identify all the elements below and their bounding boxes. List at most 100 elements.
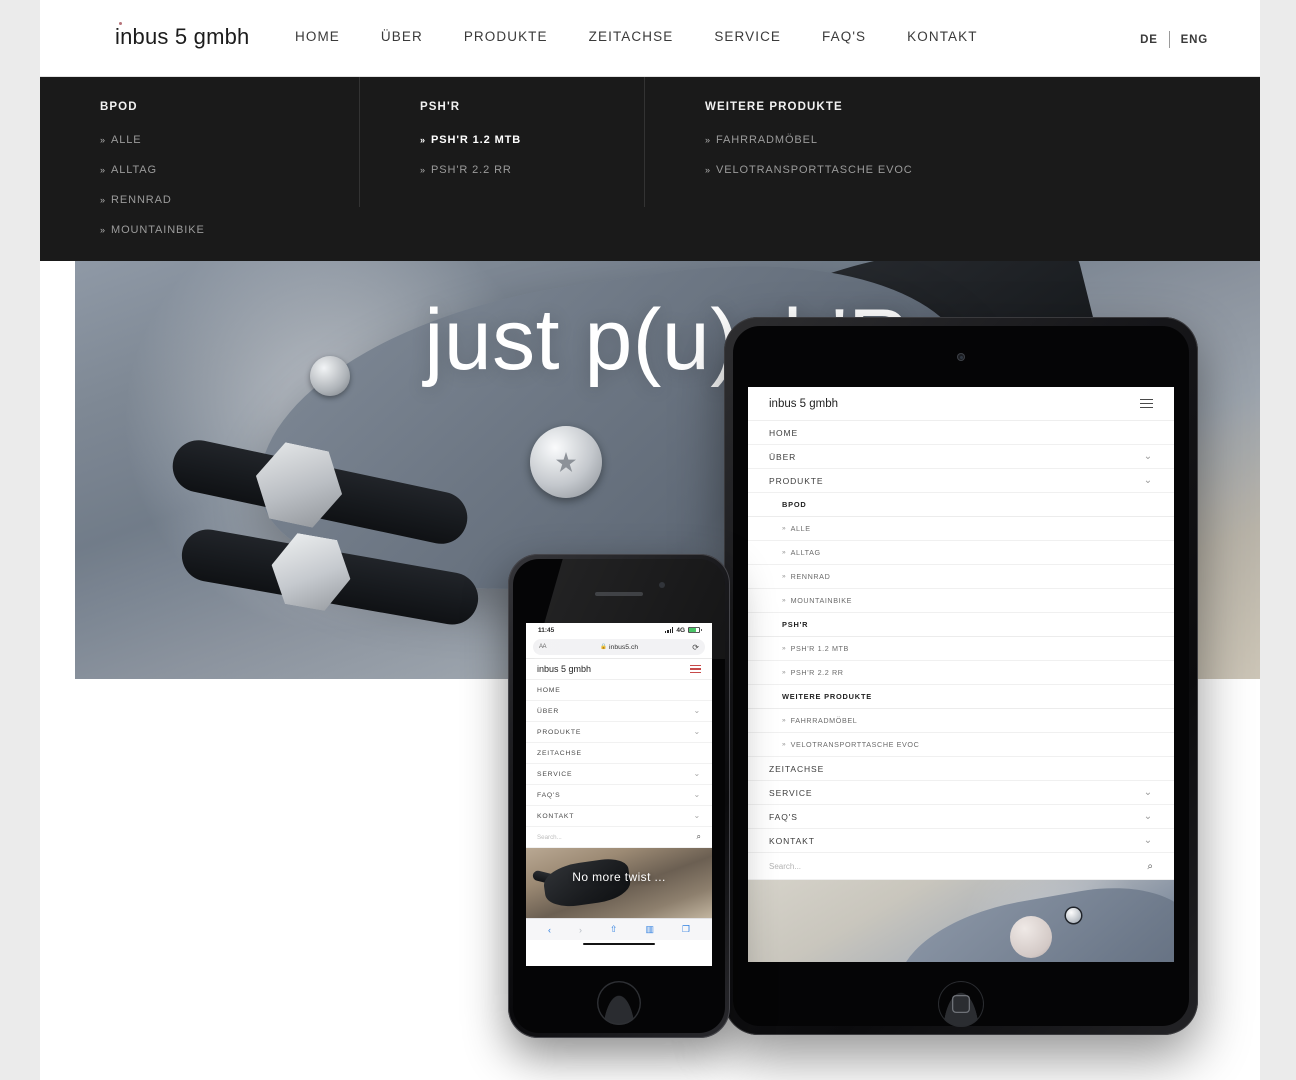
tablet-menu-item-velotransporttasche-evoc[interactable]: » VELOTRANSPORTTASCHE EVOC bbox=[748, 733, 1174, 757]
mega-item-label: PSH'R 1.2 MTB bbox=[431, 134, 522, 146]
phone-menu-item-kontakt[interactable]: KONTAKT ⌄ bbox=[526, 806, 712, 827]
mega-item-label: MOUNTAINBIKE bbox=[111, 224, 205, 236]
site-logo[interactable]: inbus 5 gmbh bbox=[115, 22, 250, 50]
hamburger-menu-icon[interactable] bbox=[690, 664, 701, 674]
browser-url-bar[interactable]: AA 🔒 inbus5.ch ⟳ bbox=[533, 639, 705, 655]
chevron-down-icon: ⌄ bbox=[693, 769, 701, 778]
double-chevron-icon: » bbox=[782, 741, 785, 748]
phone-screen: 11:45 4G AA 🔒 inbus5.ch ⟳ inbus 5 gmbh H… bbox=[526, 623, 712, 966]
tablet-menu-label: VELOTRANSPORTTASCHE EVOC bbox=[790, 740, 920, 749]
nav-item-faqs[interactable]: FAQ'S bbox=[822, 29, 887, 44]
tablet-menu-item-zeitachse[interactable]: ZEITACHSE bbox=[748, 757, 1174, 781]
chevron-down-icon: ⌄ bbox=[1143, 450, 1153, 462]
tablet-home-button[interactable] bbox=[938, 981, 984, 1027]
hamburger-menu-icon[interactable] bbox=[1140, 398, 1153, 409]
nav-item-zeitachse[interactable]: ZEITACHSE bbox=[589, 29, 695, 44]
lang-de[interactable]: DE bbox=[1140, 34, 1158, 46]
mega-column-title: PSH'R bbox=[420, 101, 461, 113]
text-size-icon[interactable]: AA bbox=[539, 644, 547, 650]
nav-item-ueber[interactable]: ÜBER bbox=[381, 29, 444, 44]
tablet-menu-label: ALLTAG bbox=[790, 548, 821, 557]
tablet-menu-item-kontakt[interactable]: KONTAKT ⌄ bbox=[748, 829, 1174, 853]
tablet-menu-item-fahrradmoebel[interactable]: » FAHRRADMÖBEL bbox=[748, 709, 1174, 733]
tablet-menu-item-service[interactable]: SERVICE ⌄ bbox=[748, 781, 1174, 805]
double-chevron-icon: » bbox=[782, 645, 785, 652]
mega-item-rennrad[interactable]: » RENNRAD bbox=[100, 194, 360, 206]
mega-item-velotransporttasche-evoc[interactable]: » VELOTRANSPORTTASCHE EVOC bbox=[705, 164, 1205, 176]
tablet-menu-label: PRODUKTE bbox=[769, 475, 824, 486]
mega-menu-column-bpod: BPOD » ALLE » ALLTAG » RENNRAD » MOUNTAI… bbox=[40, 77, 360, 261]
tablet-site-logo[interactable]: inbus 5 gmbh bbox=[769, 398, 838, 410]
back-icon[interactable]: ‹ bbox=[548, 925, 551, 935]
tablet-menu-item-pshr-22-rr[interactable]: » PSH'R 2.2 RR bbox=[748, 661, 1174, 685]
tablet-menu-group-pshr: PSH'R bbox=[748, 613, 1174, 637]
lang-divider bbox=[1168, 31, 1170, 48]
nav-item-home[interactable]: HOME bbox=[295, 29, 361, 44]
mega-menu-column-pshr: PSH'R » PSH'R 1.2 MTB » PSH'R 2.2 RR bbox=[360, 77, 645, 261]
status-indicators: 4G bbox=[665, 627, 702, 634]
tablet-menu-item-rennrad[interactable]: » RENNRAD bbox=[748, 565, 1174, 589]
tablet-photo-screw bbox=[1066, 908, 1081, 923]
tablet-menu-item-ueber[interactable]: ÜBER ⌄ bbox=[748, 445, 1174, 469]
tablet-camera-icon bbox=[957, 353, 965, 361]
tablet-menu-item-produkte[interactable]: PRODUKTE ⌄ bbox=[748, 469, 1174, 493]
tablet-search-field[interactable]: Search... ⌕ bbox=[748, 853, 1174, 880]
phone-menu-item-faqs[interactable]: FAQ'S ⌄ bbox=[526, 785, 712, 806]
nav-item-kontakt[interactable]: KONTAKT bbox=[907, 29, 998, 44]
phone-site-header: inbus 5 gmbh bbox=[526, 658, 712, 680]
double-chevron-icon: » bbox=[420, 135, 425, 145]
double-chevron-icon: » bbox=[782, 597, 785, 604]
phone-search-field[interactable]: Search... ⌕ bbox=[526, 827, 712, 848]
mega-item-mountainbike[interactable]: » MOUNTAINBIKE bbox=[100, 224, 360, 236]
bookmarks-icon[interactable]: ▥ bbox=[645, 924, 654, 935]
mega-item-pshr-12-mtb[interactable]: » PSH'R 1.2 MTB bbox=[420, 134, 645, 146]
tablet-menu-group-label: WEITERE PRODUKTE bbox=[782, 692, 872, 701]
double-chevron-icon: » bbox=[782, 669, 785, 676]
phone-menu-item-home[interactable]: HOME bbox=[526, 680, 712, 701]
tablet-photo-disc bbox=[1010, 916, 1052, 958]
mega-item-fahrradmoebel[interactable]: » FAHRRADMÖBEL bbox=[705, 134, 1205, 146]
mega-item-pshr-22-rr[interactable]: » PSH'R 2.2 RR bbox=[420, 164, 645, 176]
phone-menu-item-ueber[interactable]: ÜBER ⌄ bbox=[526, 701, 712, 722]
phone-home-button[interactable] bbox=[597, 981, 641, 1025]
double-chevron-icon: » bbox=[782, 573, 785, 580]
nav-item-service[interactable]: SERVICE bbox=[714, 29, 802, 44]
phone-menu-label: FAQ'S bbox=[537, 791, 561, 799]
tablet-menu-item-faqs[interactable]: FAQ'S ⌄ bbox=[748, 805, 1174, 829]
mega-item-alltag[interactable]: » ALLTAG bbox=[100, 164, 360, 176]
nav-item-produkte[interactable]: PRODUKTE bbox=[464, 29, 569, 44]
double-chevron-icon: » bbox=[705, 165, 710, 175]
tablet-menu-item-home[interactable]: HOME bbox=[748, 421, 1174, 445]
chevron-down-icon: ⌄ bbox=[693, 790, 701, 799]
reload-icon[interactable]: ⟳ bbox=[692, 643, 699, 652]
double-chevron-icon: » bbox=[100, 165, 105, 175]
search-icon[interactable]: ⌕ bbox=[697, 832, 701, 842]
mega-item-alle[interactable]: » ALLE bbox=[100, 134, 360, 146]
lock-icon: 🔒 bbox=[600, 644, 608, 650]
phone-site-logo[interactable]: inbus 5 gmbh bbox=[537, 664, 591, 674]
tablet-menu-label: HOME bbox=[769, 427, 799, 438]
tablet-menu-label: FAHRRADMÖBEL bbox=[790, 716, 858, 725]
lang-eng[interactable]: ENG bbox=[1181, 34, 1208, 46]
status-time: 11:45 bbox=[538, 626, 555, 634]
tablet-menu-group-weitere-produkte: WEITERE PRODUKTE bbox=[748, 685, 1174, 709]
phone-speaker-grill bbox=[595, 592, 643, 596]
share-icon[interactable]: ⇧ bbox=[610, 924, 618, 935]
phone-menu-item-zeitachse[interactable]: ZEITACHSE bbox=[526, 743, 712, 764]
double-chevron-icon: » bbox=[782, 549, 785, 556]
tablet-menu-item-alle[interactable]: » ALLE bbox=[748, 517, 1174, 541]
phone-menu-item-service[interactable]: SERVICE ⌄ bbox=[526, 764, 712, 785]
battery-icon bbox=[688, 627, 702, 633]
phone-menu-label: PRODUKTE bbox=[537, 728, 582, 736]
forward-icon[interactable]: › bbox=[579, 925, 582, 935]
tabs-icon[interactable]: ❐ bbox=[682, 924, 690, 935]
search-icon[interactable]: ⌕ bbox=[1147, 861, 1153, 872]
tablet-menu-item-alltag[interactable]: » ALLTAG bbox=[748, 541, 1174, 565]
tablet-menu-item-pshr-12-mtb[interactable]: » PSH'R 1.2 MTB bbox=[748, 637, 1174, 661]
phone-menu-item-produkte[interactable]: PRODUKTE ⌄ bbox=[526, 722, 712, 743]
logo-accent-dot bbox=[119, 22, 122, 25]
tablet-menu-item-mountainbike[interactable]: » MOUNTAINBIKE bbox=[748, 589, 1174, 613]
tablet-menu-label: RENNRAD bbox=[790, 572, 831, 581]
tablet-hero-photo bbox=[748, 880, 1174, 962]
mega-item-label: RENNRAD bbox=[111, 194, 172, 206]
